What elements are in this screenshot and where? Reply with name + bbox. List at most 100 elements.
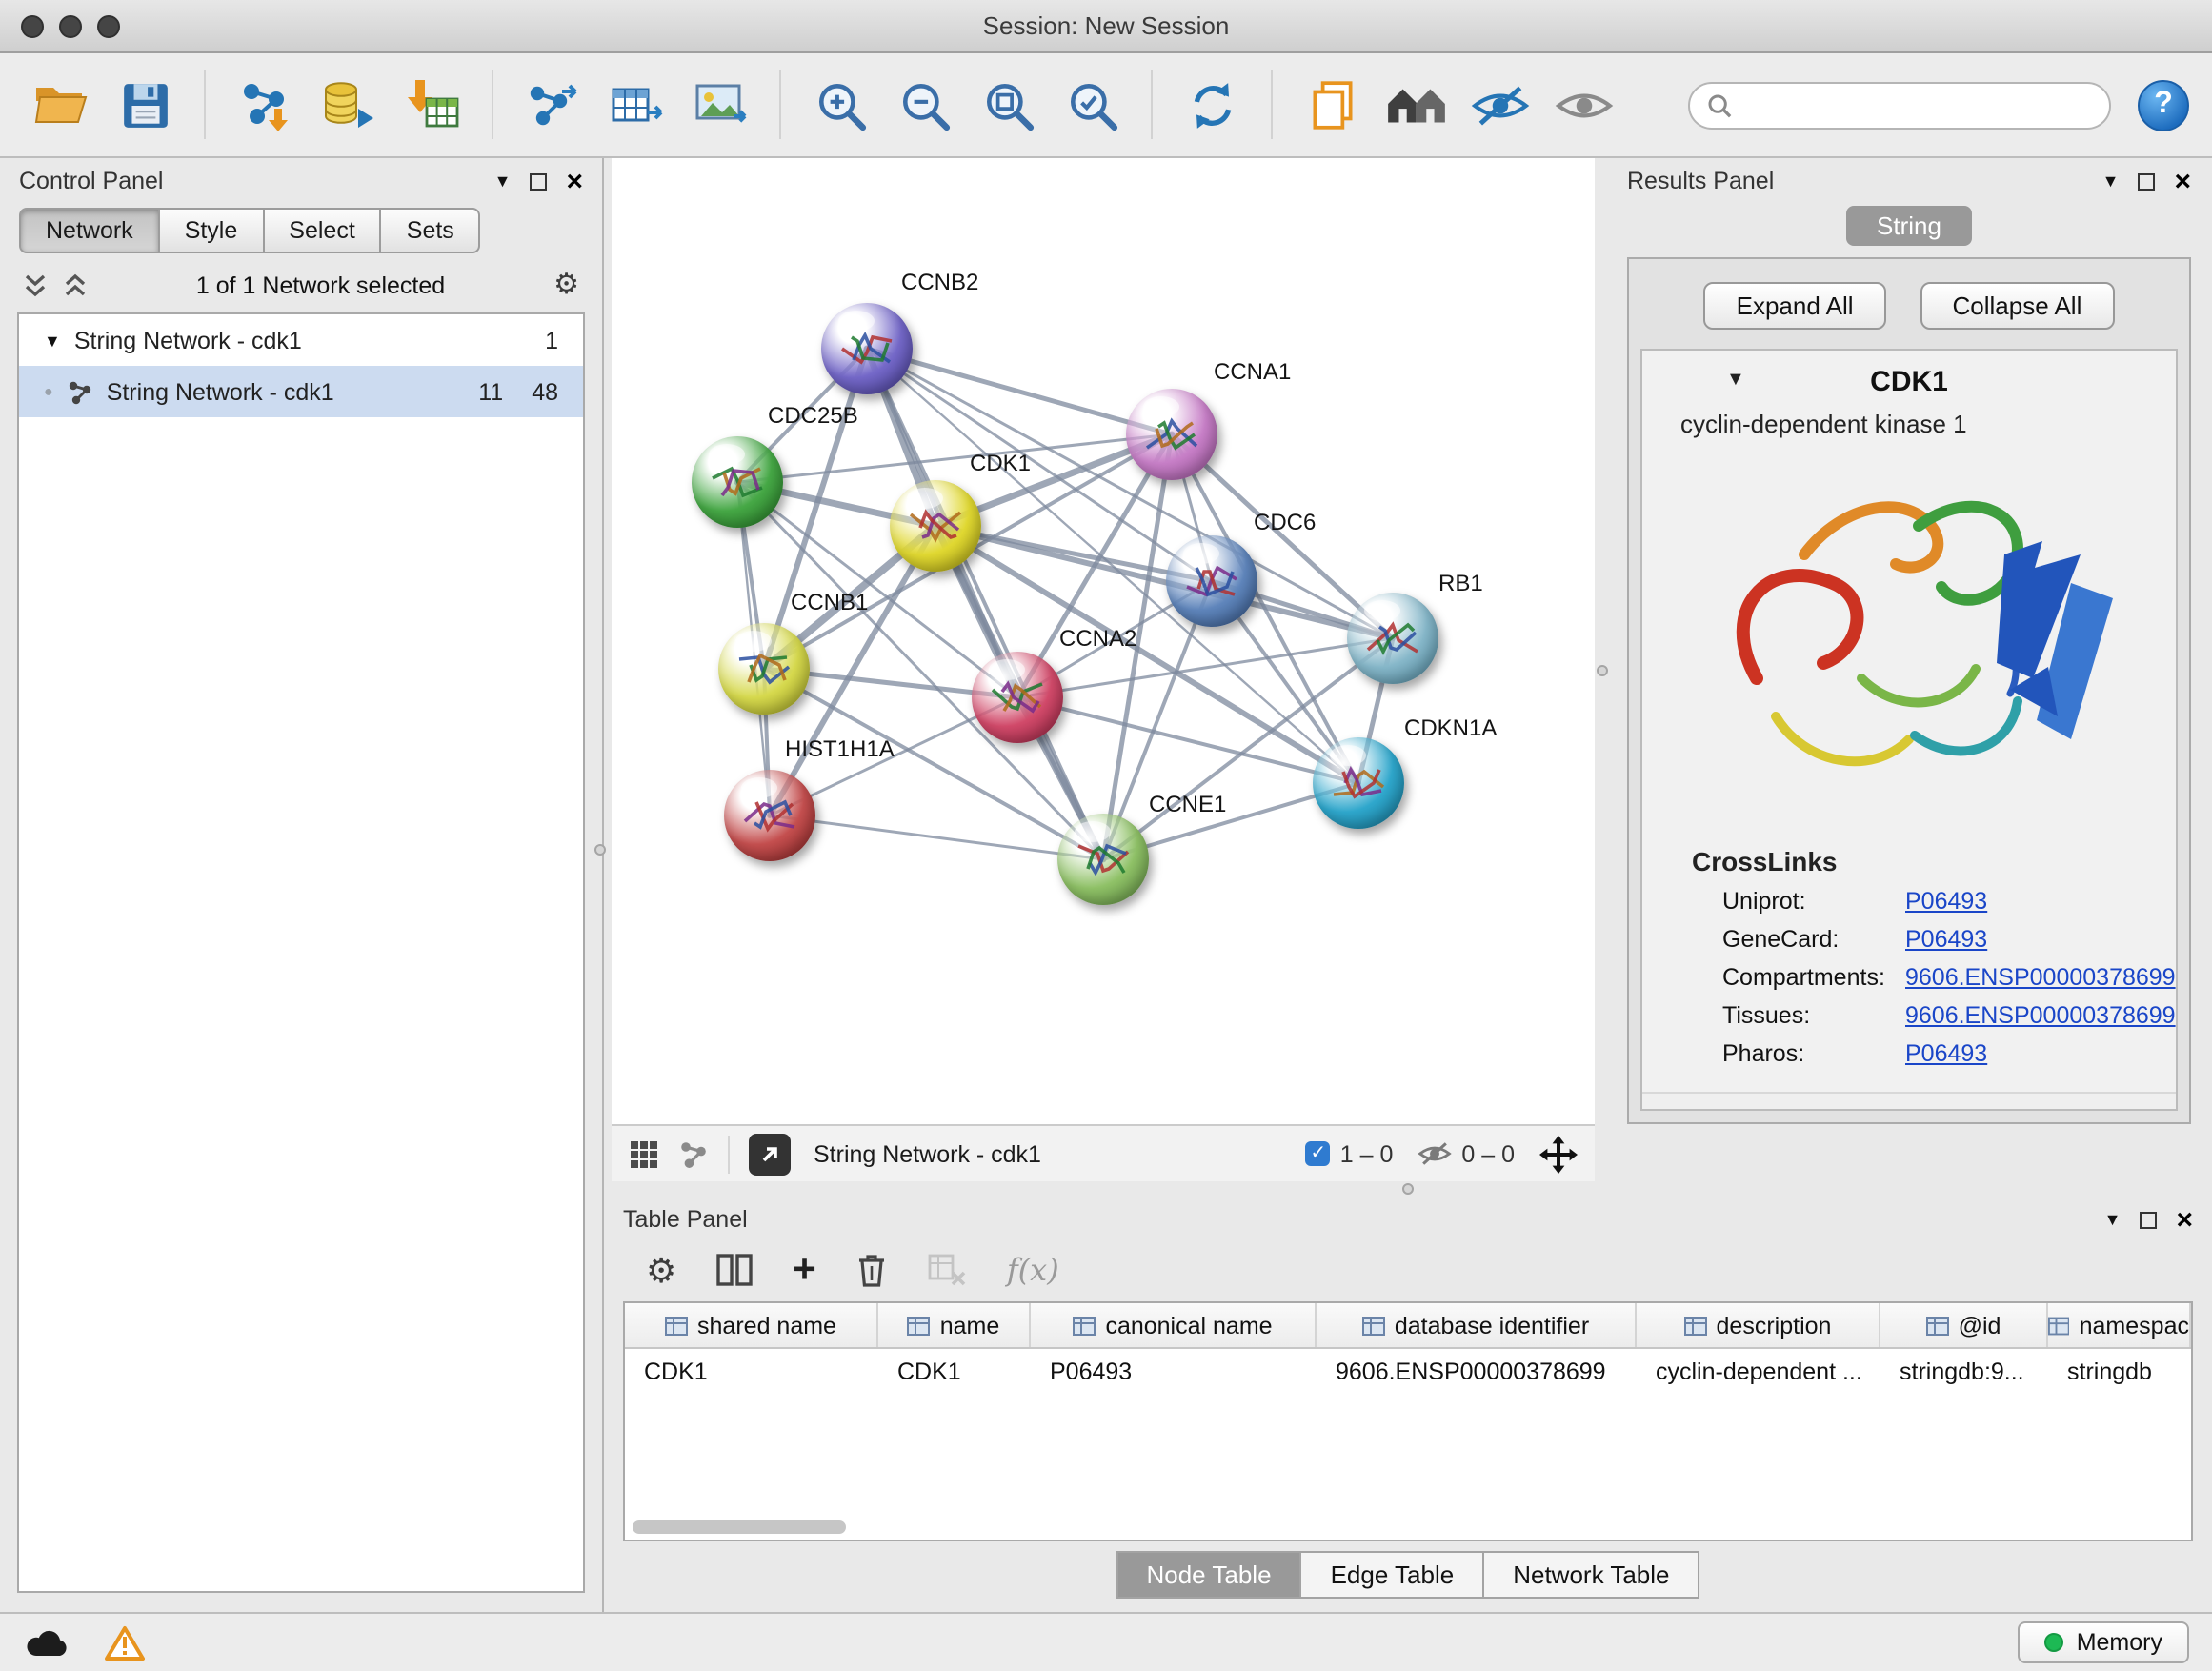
table-settings-gear-icon[interactable]: ⚙ — [646, 1253, 676, 1287]
column-header[interactable]: namespac — [2048, 1303, 2191, 1347]
horizontal-scrollbar[interactable] — [1642, 1092, 2176, 1109]
crosslink-link[interactable]: 9606.ENSP00000378699 — [1905, 1002, 2176, 1029]
results-panel-title: Results Panel — [1627, 168, 1774, 194]
zoom-in-button[interactable] — [802, 67, 878, 143]
column-header[interactable]: shared name — [625, 1303, 878, 1347]
network-collection-row[interactable]: ▼ String Network - cdk1 1 — [19, 314, 583, 366]
float-panel-icon[interactable] — [2138, 172, 2155, 190]
collapse-panel-icon[interactable]: ▼ — [2104, 1211, 2122, 1228]
network-node-ccnb2[interactable] — [821, 303, 913, 394]
refresh-button[interactable] — [1174, 67, 1250, 143]
tab-style[interactable]: Style — [160, 208, 265, 253]
network-node-cdc25b[interactable] — [692, 436, 783, 528]
network-node-rb1[interactable] — [1347, 593, 1438, 684]
expand-all-icon[interactable] — [63, 272, 88, 298]
gene-collapse-icon[interactable]: ▼ — [1726, 370, 1745, 391]
hidden-eye-icon[interactable] — [1418, 1141, 1452, 1166]
help-button[interactable]: ? — [2138, 79, 2189, 131]
documents-button[interactable] — [1294, 67, 1370, 143]
tab-network-table[interactable]: Network Table — [1484, 1551, 1699, 1599]
open-session-button[interactable] — [23, 67, 99, 143]
column-header[interactable]: @id — [1880, 1303, 2048, 1347]
zoom-window-button[interactable] — [97, 14, 120, 37]
control-panel: Control Panel ▼ × Network Style Select S… — [0, 158, 604, 1612]
close-panel-icon[interactable]: × — [2176, 1205, 2193, 1234]
import-table-file-button[interactable] — [394, 67, 471, 143]
network-icon — [67, 378, 93, 405]
crosslink-link[interactable]: P06493 — [1905, 1040, 1987, 1067]
network-node-ccnb1[interactable] — [718, 623, 810, 715]
close-window-button[interactable] — [21, 14, 44, 37]
houses-button[interactable] — [1377, 67, 1454, 143]
vertical-splitter[interactable] — [1595, 158, 1608, 1181]
hide-selected-button[interactable] — [1461, 67, 1538, 143]
network-node-hist1h1a[interactable] — [724, 770, 815, 861]
warning-icon[interactable] — [105, 1624, 145, 1661]
column-header[interactable]: name — [878, 1303, 1031, 1347]
network-node-cdc6[interactable] — [1166, 535, 1257, 627]
collapse-panel-icon[interactable]: ▼ — [2102, 172, 2120, 190]
tab-node-table[interactable]: Node Table — [1116, 1551, 1301, 1599]
pan-crosshair-icon[interactable] — [1539, 1135, 1578, 1173]
tab-network[interactable]: Network — [19, 208, 160, 253]
tab-select[interactable]: Select — [264, 208, 382, 253]
expand-all-button[interactable]: Expand All — [1704, 282, 1886, 330]
table-horizontal-scrollbar[interactable] — [633, 1520, 846, 1534]
collapse-panel-icon[interactable]: ▼ — [494, 172, 512, 190]
float-panel-icon[interactable] — [530, 172, 547, 190]
network-node-ccne1[interactable] — [1057, 814, 1149, 905]
zoom-out-button[interactable] — [886, 67, 962, 143]
search-box[interactable] — [1688, 81, 2111, 129]
show-columns-icon[interactable] — [716, 1254, 753, 1286]
crosslinks-title: CrossLinks — [1642, 831, 2176, 882]
collapse-all-button[interactable]: Collapse All — [1920, 282, 2115, 330]
collapse-all-icon[interactable] — [23, 272, 48, 298]
show-all-button[interactable] — [1545, 67, 1621, 143]
add-column-icon[interactable]: + — [793, 1250, 816, 1290]
network-node-cdk1[interactable] — [890, 480, 981, 572]
trash-icon[interactable] — [856, 1252, 889, 1288]
splitter-handle[interactable] — [1596, 664, 1607, 675]
column-header[interactable]: canonical name — [1031, 1303, 1317, 1347]
network-row[interactable]: ● String Network - cdk1 11 48 — [19, 366, 583, 417]
grid-mode-icon[interactable] — [629, 1138, 659, 1169]
tab-edge-table[interactable]: Edge Table — [1302, 1551, 1485, 1599]
network-node-ccna1[interactable] — [1126, 389, 1217, 480]
import-network-file-button[interactable] — [227, 67, 303, 143]
import-network-database-button[interactable] — [311, 67, 387, 143]
tree-expand-icon[interactable]: ▼ — [44, 331, 61, 350]
gear-icon[interactable]: ⚙ — [553, 271, 579, 299]
network-node-ccna2[interactable] — [972, 652, 1063, 743]
column-header[interactable]: description — [1637, 1303, 1880, 1347]
close-panel-icon[interactable]: × — [2174, 167, 2191, 195]
memory-button[interactable]: Memory — [2018, 1621, 2189, 1663]
cloud-icon[interactable] — [23, 1626, 74, 1659]
search-input[interactable] — [1743, 91, 2092, 118]
save-session-button[interactable] — [107, 67, 183, 143]
panel-splitter-handle[interactable] — [594, 844, 606, 856]
table-row[interactable]: CDK1 CDK1 P06493 9606.ENSP00000378699 cy… — [625, 1349, 2191, 1393]
export-table-button[interactable] — [598, 67, 674, 143]
column-type-icon — [2048, 1316, 2070, 1335]
float-panel-icon[interactable] — [2140, 1211, 2157, 1228]
splitter-handle[interactable] — [1402, 1183, 1414, 1195]
export-network-button[interactable] — [514, 67, 591, 143]
network-canvas[interactable]: CCNB2CCNA1CDC25BCDK1CDC6RB1CCNB1CCNA2CDK… — [612, 158, 1595, 1124]
network-node-cdkn1a[interactable] — [1313, 737, 1404, 829]
export-image-button[interactable] — [682, 67, 758, 143]
crosslink-link[interactable]: P06493 — [1905, 888, 1987, 915]
minimize-window-button[interactable] — [59, 14, 82, 37]
zoom-fit-button[interactable] — [970, 67, 1046, 143]
crosslink-link[interactable]: 9606.ENSP00000378699 — [1905, 964, 2176, 991]
tab-sets[interactable]: Sets — [382, 208, 481, 253]
checkbox-icon[interactable]: ✓ — [1306, 1141, 1331, 1166]
refresh-icon — [1184, 77, 1239, 132]
column-header[interactable]: database identifier — [1317, 1303, 1637, 1347]
detach-view-button[interactable] — [749, 1133, 791, 1175]
tab-string[interactable]: String — [1846, 206, 1972, 246]
crosslink-link[interactable]: P06493 — [1905, 926, 1987, 953]
network-view-icon[interactable] — [678, 1138, 709, 1169]
zoom-selected-button[interactable] — [1054, 67, 1130, 143]
horizontal-splitter[interactable] — [604, 1181, 2212, 1197]
close-panel-icon[interactable]: × — [566, 167, 583, 195]
